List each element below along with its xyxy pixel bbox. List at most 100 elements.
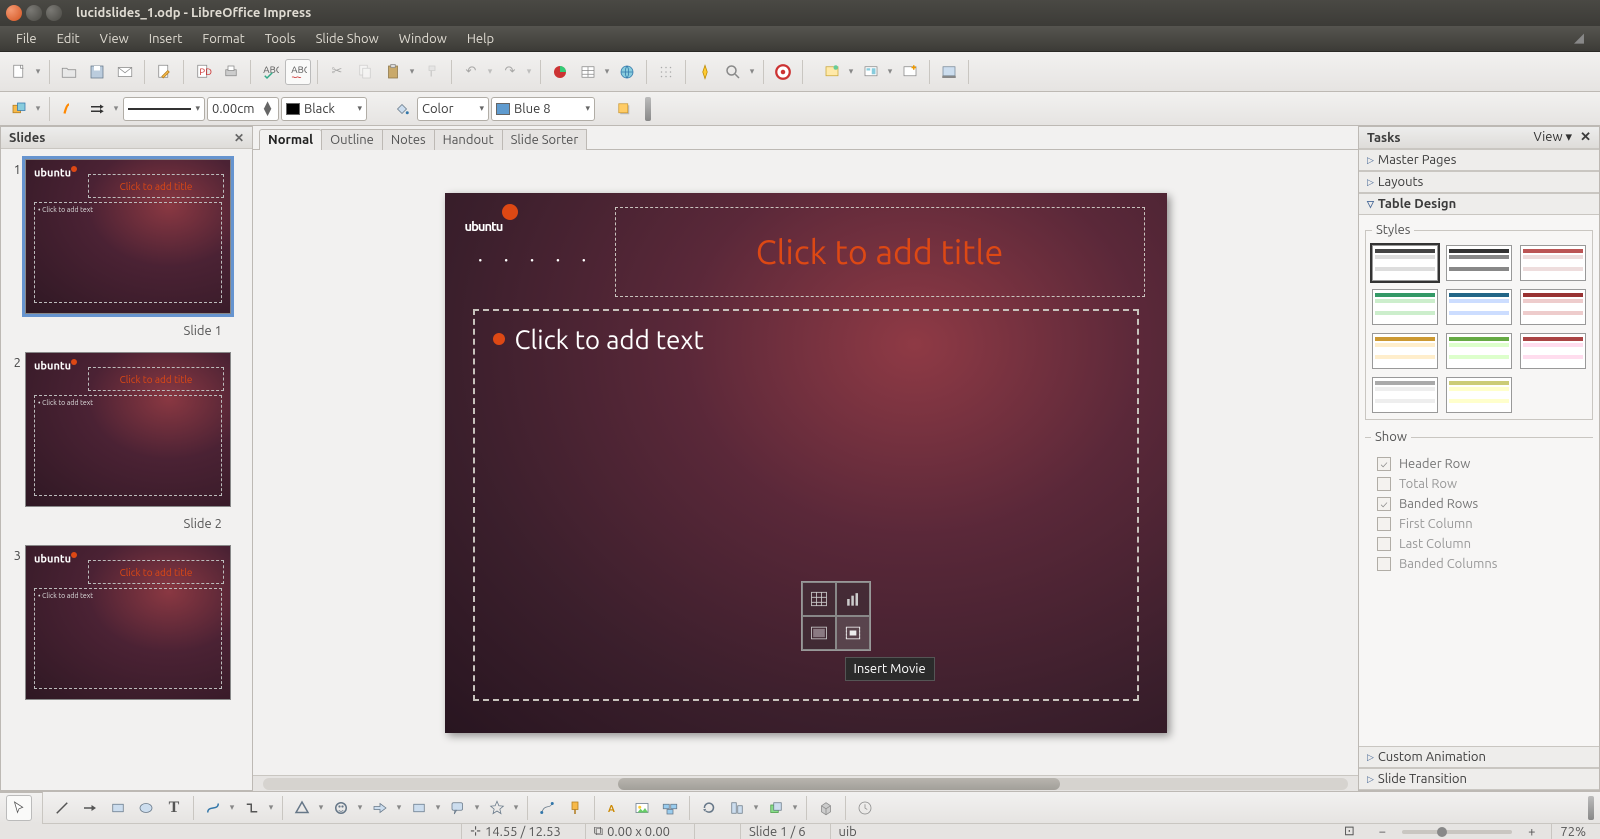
table-style[interactable] <box>1520 245 1586 281</box>
fill-color-combo[interactable]: Blue 8▾ <box>491 97 595 121</box>
table-dropdown[interactable]: ▾ <box>602 66 612 77</box>
window-maximize-icon[interactable] <box>46 5 62 21</box>
zoom-in-button[interactable]: + <box>1528 825 1535 839</box>
insert-chart-button[interactable] <box>836 582 870 616</box>
arrange-tool-dropdown[interactable]: ▾ <box>790 802 800 813</box>
slide-thumbnail[interactable]: ubuntu Click to add title • Click to add… <box>25 545 231 700</box>
stars-tool[interactable] <box>484 795 510 821</box>
table-style[interactable] <box>1446 245 1512 281</box>
symbol-shapes-tool[interactable] <box>328 795 354 821</box>
curve-dropdown[interactable]: ▾ <box>227 802 237 813</box>
tasks-view-menu[interactable]: View ▾ <box>1533 130 1572 145</box>
menu-insert[interactable]: Insert <box>139 28 193 50</box>
tab-handout[interactable]: Handout <box>434 129 503 150</box>
callouts-dropdown[interactable]: ▾ <box>472 802 482 813</box>
section-custom-animation[interactable]: ▷Custom Animation <box>1359 746 1599 768</box>
rotate-tool[interactable] <box>696 795 722 821</box>
arrange-dropdown[interactable]: ▾ <box>33 103 43 114</box>
menu-view[interactable]: View <box>90 28 139 50</box>
fill-mode-combo[interactable]: Color▾ <box>417 97 489 121</box>
zoom-out-button[interactable]: − <box>1379 825 1386 839</box>
check-last-column[interactable]: Last Column <box>1371 534 1587 554</box>
hyperlink-button[interactable] <box>614 59 640 85</box>
help-button[interactable] <box>770 59 796 85</box>
tab-slidesorter[interactable]: Slide Sorter <box>502 129 588 150</box>
section-master-pages[interactable]: ▷Master Pages <box>1359 149 1599 171</box>
fontwork-tool[interactable]: A <box>601 795 627 821</box>
horizontal-scrollbar[interactable] <box>253 775 1358 791</box>
tab-outline[interactable]: Outline <box>321 129 383 150</box>
edit-file-button[interactable] <box>151 59 177 85</box>
toolbar-grip-icon[interactable] <box>1588 796 1594 820</box>
section-layouts[interactable]: ▷Layouts <box>1359 171 1599 193</box>
line-tool[interactable] <box>49 795 75 821</box>
window-close-icon[interactable] <box>6 5 22 21</box>
check-header-row[interactable]: ✓Header Row <box>1371 454 1587 474</box>
block-arrows-tool[interactable] <box>367 795 393 821</box>
arrange-tool[interactable] <box>763 795 789 821</box>
autospell-button[interactable]: ABC <box>285 59 311 85</box>
shadow-button[interactable] <box>611 96 637 122</box>
interaction-tool[interactable] <box>852 795 878 821</box>
redo-button[interactable]: ↷ <box>497 59 523 85</box>
export-pdf-button[interactable]: PDF <box>190 59 216 85</box>
section-table-design[interactable]: ▽Table Design <box>1359 193 1599 215</box>
slide-canvas[interactable]: ubuntu • • • • • Click to add title Clic… <box>253 150 1358 775</box>
gluepoints-tool[interactable] <box>562 795 588 821</box>
align-dropdown[interactable]: ▾ <box>751 802 761 813</box>
fill-bucket-button[interactable] <box>389 96 415 122</box>
basic-shapes-dropdown[interactable]: ▾ <box>316 802 326 813</box>
slide-thumbnail[interactable]: ubuntu Click to add title • Click to add… <box>25 352 231 507</box>
connector-dropdown[interactable]: ▾ <box>266 802 276 813</box>
new-dropdown[interactable]: ▾ <box>33 66 43 77</box>
slide-layout-dropdown[interactable]: ▾ <box>885 66 895 77</box>
table-style[interactable] <box>1372 333 1438 369</box>
points-edit-tool[interactable] <box>534 795 560 821</box>
toolbar-grip-icon[interactable] <box>645 97 651 121</box>
line-color-button[interactable] <box>56 96 82 122</box>
zoom-fit-button[interactable]: ⊡ <box>1336 824 1363 839</box>
chart-button[interactable] <box>547 59 573 85</box>
check-total-row[interactable]: Total Row <box>1371 474 1587 494</box>
clone-format-button[interactable] <box>419 59 445 85</box>
arrange-button[interactable] <box>6 96 32 122</box>
email-button[interactable] <box>112 59 138 85</box>
copy-button[interactable] <box>352 59 378 85</box>
flowchart-tool[interactable] <box>406 795 432 821</box>
undo-button[interactable]: ↶ <box>458 59 484 85</box>
arrow-tool[interactable] <box>77 795 103 821</box>
menu-edit[interactable]: Edit <box>47 28 90 50</box>
insert-image-button[interactable] <box>802 616 836 650</box>
text-tool[interactable]: T <box>161 795 187 821</box>
align-tool[interactable] <box>724 795 750 821</box>
menu-slideshow[interactable]: Slide Show <box>306 28 389 50</box>
slideshow-button[interactable] <box>936 59 962 85</box>
menu-help[interactable]: Help <box>457 28 504 50</box>
content-placeholder[interactable]: Click to add text Insert Movie <box>473 309 1139 701</box>
check-banded-rows[interactable]: ✓Banded Rows <box>1371 494 1587 514</box>
callouts-tool[interactable] <box>445 795 471 821</box>
title-placeholder[interactable]: Click to add title <box>615 207 1145 297</box>
table-style[interactable] <box>1520 289 1586 325</box>
slide-design-button[interactable] <box>819 59 845 85</box>
paste-dropdown[interactable]: ▾ <box>407 66 417 77</box>
insert-table-button[interactable] <box>802 582 836 616</box>
slide-thumbnail[interactable]: ubuntu Click to add title • Click to add… <box>25 159 231 314</box>
arrow-style-dropdown[interactable]: ▾ <box>111 103 121 114</box>
slide-design-dropdown[interactable]: ▾ <box>846 66 856 77</box>
redo-dropdown[interactable]: ▾ <box>524 66 534 77</box>
connector-tool[interactable] <box>239 795 265 821</box>
curve-tool[interactable] <box>200 795 226 821</box>
rectangle-tool[interactable] <box>105 795 131 821</box>
save-button[interactable] <box>84 59 110 85</box>
spellcheck-button[interactable]: ABC <box>257 59 283 85</box>
tasks-panel-close-icon[interactable]: ✕ <box>1580 130 1591 145</box>
zoom-dropdown[interactable]: ▾ <box>747 66 757 77</box>
from-file-tool[interactable] <box>629 795 655 821</box>
menu-file[interactable]: File <box>6 28 47 50</box>
table-button[interactable] <box>575 59 601 85</box>
table-style[interactable] <box>1446 377 1512 413</box>
extrusion-tool[interactable] <box>813 795 839 821</box>
table-style[interactable] <box>1520 333 1586 369</box>
slide-layout-button[interactable] <box>858 59 884 85</box>
